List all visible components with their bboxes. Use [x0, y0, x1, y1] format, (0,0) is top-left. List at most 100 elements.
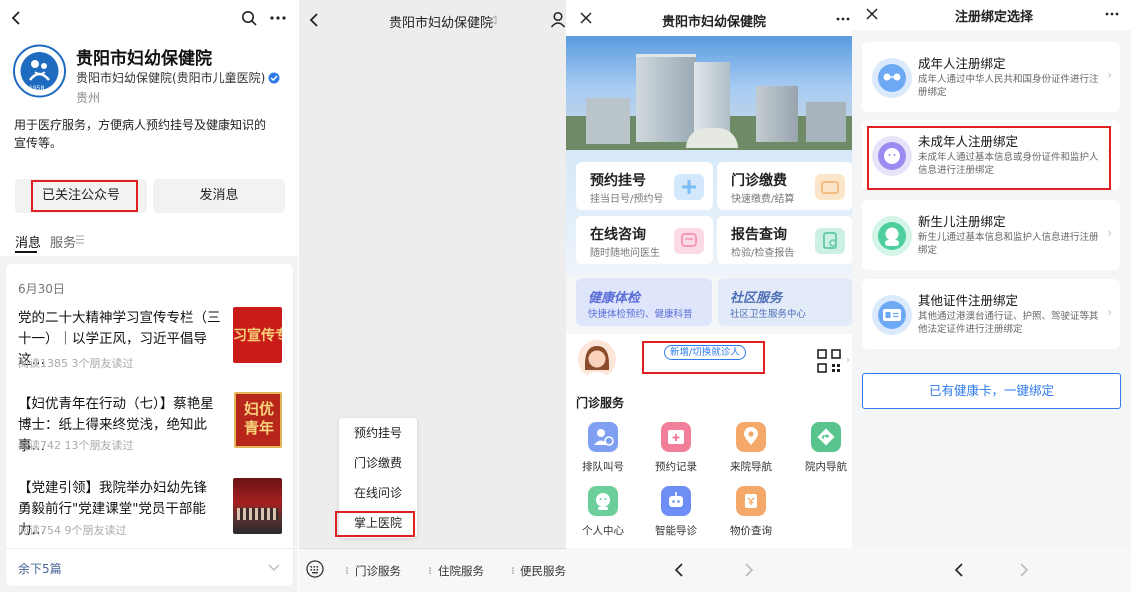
- grid-item-appointment-records[interactable]: 预约记录: [644, 422, 708, 474]
- article-meta: 阅读742 13个朋友读过: [18, 439, 134, 452]
- account-description: 用于医疗服务，方便病人预约挂号及健康知识的宣传等。: [14, 118, 267, 150]
- hospital-logo: 1958: [13, 42, 66, 100]
- option-description: 新生儿通过基本信息和监护人信息进行注册绑定: [918, 232, 1099, 256]
- chat-bubble-icon: [674, 228, 704, 254]
- tab-messages[interactable]: 消息: [15, 232, 41, 251]
- chevron-down-icon[interactable]: [268, 564, 280, 572]
- nav-forward-icon[interactable]: [744, 563, 754, 577]
- nav-forward-icon[interactable]: [1019, 563, 1029, 577]
- mute-icon: [490, 15, 497, 25]
- article-item[interactable]: 党的二十大精神学习宣传专栏（三十一）｜以学正风，习近平倡导这… 阅读1385 3…: [6, 304, 293, 378]
- newborn-avatar-icon: [872, 216, 912, 256]
- nav-back-icon[interactable]: [954, 563, 964, 577]
- back-arrow-icon[interactable]: [307, 12, 321, 28]
- grid-item-price-query[interactable]: 物价查询: [719, 486, 783, 538]
- grid-item-indoor-navigation[interactable]: 院内导航: [794, 422, 852, 474]
- active-tab-indicator: [15, 251, 37, 253]
- section-title: 门诊服务: [576, 396, 625, 410]
- article-item[interactable]: 【妇优青年在行动（七）】蔡艳星博士：纸上得来终觉浅，绝知此事… 阅读742 13…: [6, 390, 293, 464]
- nav-back-icon[interactable]: [674, 563, 684, 577]
- option-other-id-registration[interactable]: 其他证件注册绑定 其他通过港澳台通行证、护照、驾驶证等其他法定证件进行注册绑定 …: [862, 279, 1120, 349]
- building-left: [586, 98, 630, 144]
- service-title: 预约挂号: [590, 173, 646, 189]
- grid-item-navigation[interactable]: 来院导航: [719, 422, 783, 474]
- direction-sign-icon: [811, 422, 841, 452]
- bottom-tab-outpatient[interactable]: 门诊服务: [355, 563, 401, 579]
- send-message-button[interactable]: 发消息: [153, 179, 285, 213]
- building-far-right: [806, 102, 846, 142]
- service-subtitle: 挂当日号/预约号: [590, 194, 664, 205]
- bind-health-card-button[interactable]: 已有健康卡，一键绑定: [862, 373, 1121, 409]
- service-title: 在线咨询: [590, 227, 646, 243]
- article-meta: 阅读754 9个朋友读过: [18, 524, 127, 537]
- grid-item-queue[interactable]: 排队叫号: [571, 422, 635, 474]
- more-options-icon[interactable]: [1105, 12, 1119, 16]
- keyboard-icon[interactable]: [306, 560, 324, 578]
- grid-label: 预约记录: [655, 461, 697, 473]
- queue-icon: [588, 422, 618, 452]
- chevron-right-icon: ›: [1107, 305, 1112, 319]
- chat-menu-bar: 门诊服务 住院服务 便民服务: [299, 548, 566, 592]
- menu-item-appointment[interactable]: 预约挂号: [339, 418, 417, 448]
- registration-binding-panel: 注册绑定选择 成年人注册绑定 成年人通过中华人民共和国身份证件进行注册绑定 › …: [852, 0, 1131, 592]
- menu-dots-icon: [512, 567, 514, 574]
- account-subtitle: 贵阳市妇幼保健院(贵阳市儿童医院): [76, 71, 266, 85]
- account-subtitle-row: 贵阳市妇幼保健院(贵阳市儿童医院): [76, 69, 280, 86]
- grid-item-smart-guide[interactable]: 智能导诊: [644, 486, 708, 538]
- patient-avatar[interactable]: [578, 340, 616, 378]
- profile-icon[interactable]: [550, 11, 566, 28]
- tab-services[interactable]: 服务: [50, 232, 76, 251]
- service-subtitle: 随时随地问医生: [590, 248, 660, 259]
- account-name: 贵阳市妇幼保健院: [76, 49, 212, 69]
- price-tag-icon: [736, 486, 766, 516]
- chevron-right-icon: ›: [1107, 226, 1112, 240]
- more-options-icon[interactable]: [836, 17, 850, 21]
- banner-health-checkup[interactable]: 健康体检 快捷体检预约、健康科普: [576, 278, 712, 326]
- chevron-right-icon: ›: [1107, 68, 1112, 82]
- option-adult-registration[interactable]: 成年人注册绑定 成年人通过中华人民共和国身份证件进行注册绑定 ›: [862, 42, 1120, 112]
- audience-photo: [237, 508, 278, 520]
- official-account-profile-panel: 1958 贵阳市妇幼保健院 贵阳市妇幼保健院(贵阳市儿童医院) 贵州 用于医疗服…: [0, 0, 298, 592]
- doctor-avatar-icon: [584, 346, 610, 378]
- menu-item-payment[interactable]: 门诊缴费: [339, 448, 417, 478]
- highlight-box-switch-patient: [642, 341, 765, 374]
- menu-item-consultation[interactable]: 在线问诊: [339, 478, 417, 508]
- article-thumbnail-text: 习宣传专: [233, 328, 282, 344]
- grid-item-personal-center[interactable]: 个人中心: [571, 486, 635, 538]
- service-subtitle: 检验/检查报告: [731, 248, 795, 259]
- service-card-consultation[interactable]: 在线咨询 随时随地问医生: [576, 216, 713, 264]
- article-feed-card: 6月30日 党的二十大精神学习宣传专栏（三十一）｜以学正风，习近平倡导这… 阅读…: [6, 264, 293, 586]
- chat-title: 贵阳市妇幼保健院: [389, 16, 494, 31]
- highlight-box-minor-registration: [867, 126, 1111, 190]
- divider: [6, 548, 293, 549]
- more-options-icon[interactable]: [270, 15, 286, 21]
- option-newborn-registration[interactable]: 新生儿注册绑定 新生儿通过基本信息和监护人信息进行注册绑定 ›: [862, 200, 1120, 270]
- banner-subtitle: 快捷体检预约、健康科普: [588, 309, 693, 320]
- option-title: 成年人注册绑定: [918, 56, 1006, 71]
- qr-code-icon[interactable]: [817, 349, 841, 373]
- back-arrow-icon[interactable]: [9, 10, 25, 26]
- grid-label: 院内导航: [805, 461, 847, 473]
- close-icon[interactable]: [580, 12, 592, 24]
- close-icon[interactable]: [866, 8, 878, 20]
- report-icon: [815, 228, 845, 254]
- remaining-articles-link[interactable]: 余下5篇: [18, 560, 62, 577]
- bottom-tab-convenience[interactable]: 便民服务: [520, 563, 566, 579]
- service-card-appointment[interactable]: 预约挂号 挂当日号/预约号: [576, 162, 713, 210]
- account-chat-panel: 贵阳市妇幼保健院 预约挂号 门诊缴费 在线问诊 掌上医院 门诊服务 住院服务 便…: [299, 0, 566, 592]
- service-card-payment[interactable]: 门诊缴费 快速缴费/结算: [717, 162, 852, 210]
- search-icon[interactable]: [241, 10, 257, 26]
- user-face-icon: [588, 486, 618, 516]
- services-menu-icon: [76, 235, 84, 244]
- service-card-report[interactable]: 报告查询 检验/检查报告: [717, 216, 852, 264]
- feed-date: 6月30日: [18, 282, 65, 296]
- adult-avatar-icon: [872, 58, 912, 98]
- banner-community-service[interactable]: 社区服务 社区卫生服务中心: [718, 278, 852, 326]
- appointment-icon: [674, 174, 704, 200]
- article-thumbnail-text: 妇优青年: [243, 400, 274, 437]
- highlight-box-mobile-hospital: [335, 511, 415, 537]
- article-item[interactable]: 【党建引领】我院举办妇幼先锋 勇毅前行"党建课堂"党员干部能力… 阅读754 9…: [6, 474, 293, 548]
- bottom-tab-inpatient[interactable]: 住院服务: [438, 563, 484, 579]
- article-meta: 阅读1385 3个朋友读过: [18, 357, 134, 370]
- grid-label: 智能导诊: [655, 525, 697, 537]
